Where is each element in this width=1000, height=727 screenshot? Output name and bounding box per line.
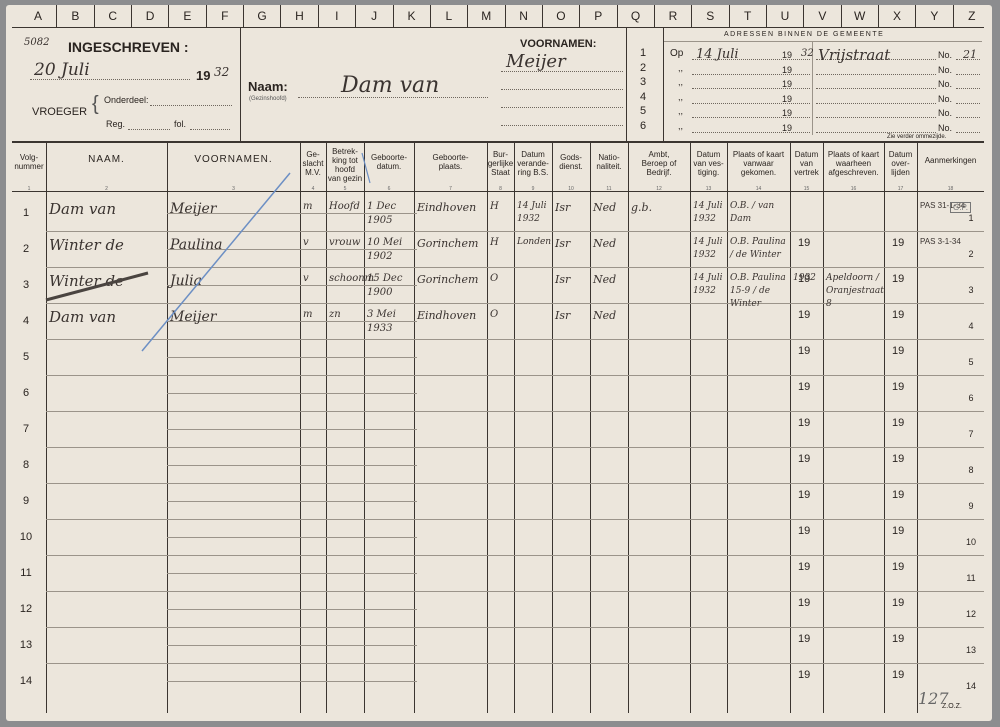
strike-through-mark [45,271,149,302]
zoz-label: Z.O.Z. [942,703,962,710]
blue-pencil-line [141,172,291,352]
registration-card: ABCDEFGHIJKLMNOPQRSTUVWXYZ 5082 INGESCHR… [6,5,992,721]
blue-pencil-tick [361,152,371,184]
gp-stamp: G.P. [950,202,971,213]
pencil-marks [45,152,371,352]
